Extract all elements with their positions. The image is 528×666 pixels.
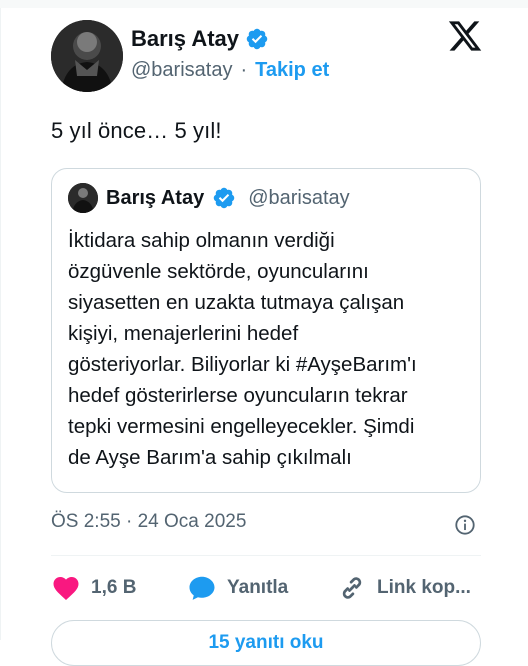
tweet-text: 5 yıl önce… 5 yıl! — [51, 118, 222, 143]
quoted-text-line: özgüvenle sektörde, oyuncularını — [68, 260, 369, 283]
divider — [51, 555, 481, 556]
quoted-tweet-text: İktidara sahip olmanın verdiği özgüvenle… — [68, 225, 468, 473]
quoted-author-name: Barış Atay — [106, 186, 205, 209]
quoted-tweet-header: Barış Atay @barisatay — [68, 183, 350, 213]
info-icon[interactable] — [454, 514, 476, 536]
heart-icon — [53, 577, 79, 600]
read-replies-button[interactable]: 15 yanıtı oku — [51, 620, 481, 666]
quoted-text-line: gösteriyorlar. Biliyorlar ki #AyşeBarım'… — [68, 353, 417, 376]
copy-link-button[interactable]: Link kop... — [337, 573, 471, 603]
reply-button[interactable]: Yanıtla — [187, 573, 288, 603]
quoted-text-line: siyasetten en uzakta tutmaya çalışan — [68, 291, 405, 314]
reply-label: Yanıtla — [227, 577, 289, 598]
author-name[interactable]: Barış Atay — [131, 26, 239, 52]
x-logo-icon[interactable] — [447, 18, 483, 54]
quoted-text-line: kişiyi, menajerlerini hedef — [68, 322, 299, 345]
tweet-card: Barış Atay @barisatay · Takip et 5 yıl ö… — [0, 8, 528, 666]
like-button[interactable]: 1,6 B — [51, 573, 136, 603]
quoted-text-line: hedef gösterirlerse oyuncuların tekrar — [68, 384, 408, 407]
action-bar: 1,6 B Yanıtla Link kop... — [51, 573, 491, 607]
like-count: 1,6 B — [91, 577, 137, 598]
quoted-author-handle: @barisatay — [248, 186, 350, 209]
copy-link-label: Link kop... — [377, 577, 471, 598]
quoted-text-line: tepki vermesini engelleyecekler. Şimdi — [68, 415, 415, 438]
quoted-verified-badge-icon — [213, 187, 235, 209]
author-avatar[interactable] — [51, 20, 123, 92]
author-name-row: Barış Atay — [131, 26, 269, 52]
quoted-text-line: de Ayşe Barım'a sahip çıkılmalı — [68, 446, 352, 469]
quoted-tweet[interactable]: Barış Atay @barisatay İktidara sahip olm… — [51, 168, 481, 493]
reply-bubble-icon — [189, 576, 215, 600]
author-handle-row: @barisatay · Takip et — [131, 59, 329, 82]
author-handle[interactable]: @barisatay — [131, 59, 232, 82]
quoted-text-line: İktidara sahip olmanın verdiği — [68, 229, 335, 252]
quoted-author-avatar — [68, 183, 98, 213]
tweet-timestamp[interactable]: ÖS 2:55 · 24 Oca 2025 — [51, 511, 246, 533]
follow-button[interactable]: Takip et — [255, 59, 329, 82]
link-icon — [342, 577, 362, 599]
verified-badge-icon — [246, 28, 268, 50]
separator-dot: · — [240, 59, 248, 81]
